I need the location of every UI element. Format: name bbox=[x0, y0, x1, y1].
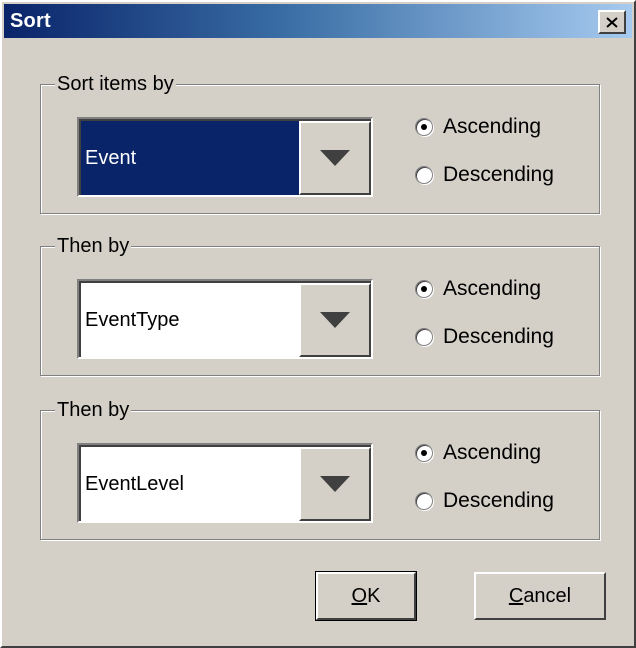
sort-group-secondary: Then by EventType Ascending Descending bbox=[40, 233, 600, 376]
ascending-radio[interactable]: Ascending bbox=[415, 113, 541, 141]
close-icon bbox=[606, 16, 618, 28]
radio-button-checked[interactable] bbox=[415, 444, 433, 462]
dialog-title: Sort bbox=[10, 10, 51, 32]
title-bar[interactable]: Sort bbox=[4, 4, 632, 38]
radio-button[interactable] bbox=[415, 328, 433, 346]
group-legend: Then by bbox=[55, 233, 132, 259]
ok-label-rest: K bbox=[367, 584, 381, 607]
close-button[interactable] bbox=[598, 10, 626, 34]
cancel-mnemonic: C bbox=[508, 584, 524, 607]
ok-mnemonic: O bbox=[351, 584, 368, 607]
radio-label: Descending bbox=[443, 325, 554, 348]
chevron-down-icon bbox=[320, 312, 350, 328]
dropdown-button[interactable] bbox=[299, 447, 371, 521]
sort-dialog: Sort Sort items by Event Ascending Desce… bbox=[0, 0, 636, 648]
descending-radio[interactable]: Descending bbox=[415, 323, 554, 351]
radio-label: Ascending bbox=[443, 277, 542, 300]
combobox-value: Event bbox=[81, 121, 299, 195]
chevron-down-icon bbox=[320, 476, 350, 492]
sort-group-tertiary: Then by EventLevel Ascending Descending bbox=[40, 397, 600, 540]
ascending-radio[interactable]: Ascending bbox=[415, 275, 541, 303]
radio-label: Descending bbox=[443, 489, 554, 512]
descending-radio[interactable]: Descending bbox=[415, 487, 554, 515]
cancel-label-rest: ancel bbox=[523, 584, 572, 607]
dropdown-button[interactable] bbox=[299, 121, 371, 195]
sort-field-combobox[interactable]: EventLevel bbox=[77, 443, 373, 523]
radio-label: Ascending bbox=[443, 115, 542, 138]
sort-group-primary: Sort items by Event Ascending Descending bbox=[40, 71, 600, 214]
group-legend: Sort items by bbox=[55, 71, 176, 97]
combobox-value: EventType bbox=[85, 308, 180, 331]
radio-button-checked[interactable] bbox=[415, 118, 433, 136]
combobox-value: EventLevel bbox=[85, 472, 184, 495]
descending-radio[interactable]: Descending bbox=[415, 161, 554, 189]
group-legend: Then by bbox=[55, 397, 132, 423]
radio-button[interactable] bbox=[415, 492, 433, 510]
radio-button-checked[interactable] bbox=[415, 280, 433, 298]
sort-field-combobox[interactable]: EventType bbox=[77, 279, 373, 359]
radio-label: Descending bbox=[443, 163, 554, 186]
chevron-down-icon bbox=[320, 150, 350, 166]
cancel-button[interactable]: Cancel bbox=[474, 572, 606, 620]
sort-field-combobox[interactable]: Event bbox=[77, 117, 373, 197]
dropdown-button[interactable] bbox=[299, 283, 371, 357]
ascending-radio[interactable]: Ascending bbox=[415, 439, 541, 467]
radio-label: Ascending bbox=[443, 441, 542, 464]
ok-button[interactable]: OK bbox=[315, 571, 417, 621]
radio-button[interactable] bbox=[415, 166, 433, 184]
